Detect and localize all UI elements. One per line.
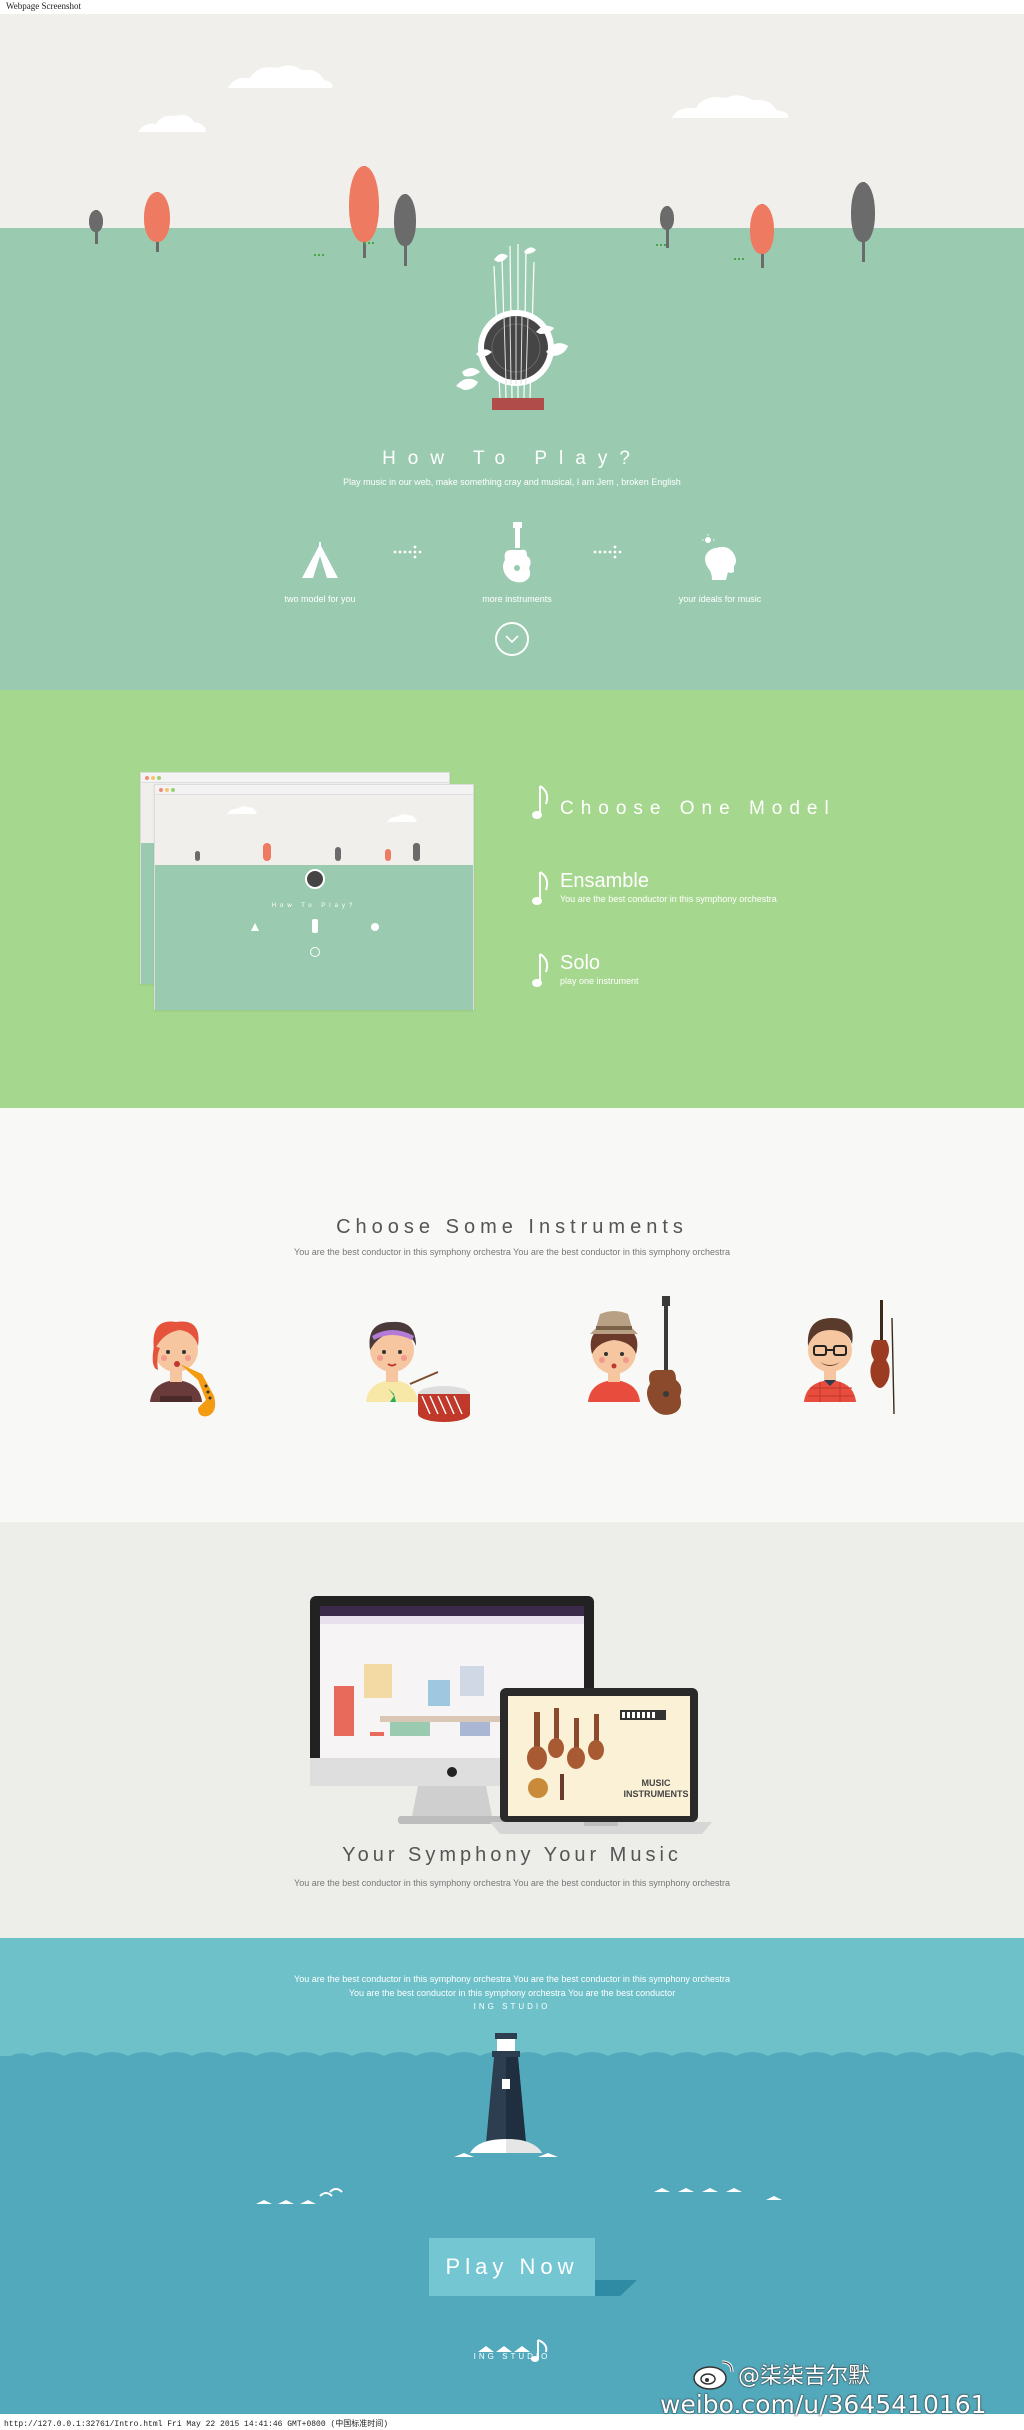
saxophone-player-illustration [150, 1321, 216, 1417]
tree-icon [89, 210, 103, 244]
weibo-logo-icon [693, 2360, 734, 2390]
cloud-icon [138, 114, 206, 132]
violinist-character[interactable] [796, 1288, 916, 1428]
window-bar [141, 773, 449, 783]
footer-studio: ING STUDIO [473, 2002, 551, 2011]
drummer-character[interactable] [358, 1288, 478, 1428]
step-label: your ideals for music [678, 594, 762, 604]
footer-logo-waves [478, 2339, 548, 2362]
watermark-id: @柒柒吉尔默 [738, 2364, 871, 2389]
instruments-heading: Choose Some Instruments [336, 1216, 688, 1238]
model-section: How To Play? Choose One Model Ensamble Y… [0, 690, 1024, 1108]
instruments-subtitle: You are the best conductor in this symph… [294, 1247, 730, 1257]
grass-tuft [314, 254, 324, 257]
tree-icon [851, 182, 875, 262]
footer-section: You are the best conductor in this symph… [0, 1938, 1024, 2414]
preview-title: How To Play? [271, 903, 357, 909]
watermark-url: weibo.com/u/3645410161 [660, 2390, 987, 2419]
model-option-subtitle: You are the best conductor in this symph… [560, 894, 777, 904]
model-option-ensamble[interactable]: Ensamble You are the best conductor in t… [532, 870, 852, 914]
lighthouse-illustration [454, 2033, 558, 2157]
grass-tuft [656, 244, 666, 247]
showcase-subtitle: You are the best conductor in this symph… [294, 1878, 730, 1888]
guitarist-character[interactable] [580, 1288, 700, 1428]
saxophone-player-character[interactable] [136, 1288, 256, 1428]
page-url-caption: http://127.0.0.1:32761/Intro.html Fri Ma… [4, 2420, 389, 2429]
scroll-down-button[interactable] [495, 622, 529, 656]
cloud-icon [227, 806, 257, 814]
footer-line-1: You are the best conductor in this symph… [294, 1974, 730, 1984]
guitarist-illustration [588, 1296, 682, 1415]
music-note-icon [532, 871, 549, 905]
model-option-solo[interactable]: Solo play one instrument [532, 952, 852, 996]
guitar-icon [503, 522, 531, 583]
chevron-down-icon [505, 635, 519, 644]
model-heading-row: Choose One Model [532, 784, 852, 824]
small-waves-right [654, 2188, 782, 2200]
hero-title: How To Play? [382, 448, 642, 469]
cloud-icon [672, 95, 789, 118]
dotted-arrow-icon [593, 545, 622, 559]
footer-line-2: You are the best conductor in this symph… [348, 1988, 676, 1998]
small-waves-left [256, 2188, 343, 2204]
model-option-subtitle: play one instrument [560, 976, 639, 986]
window-bar [155, 785, 473, 795]
cloud-icon [228, 65, 333, 88]
showcase-heading: Your Symphony Your Music [342, 1844, 682, 1866]
music-note-icon [532, 953, 549, 987]
preview-window-front[interactable]: How To Play? [154, 784, 474, 1010]
tent-icon [302, 542, 338, 578]
tree-icon [144, 192, 170, 252]
laptop-screen-title-line2: INSTRUMENTS [623, 1789, 689, 1799]
model-option-title: Solo [560, 952, 601, 974]
guitar-birds-illustration [456, 244, 568, 410]
page: Webpage Screenshot How To Play? Play mus… [0, 0, 1024, 2430]
laptop-illustration [490, 1688, 712, 1834]
instruments-section: Choose Some Instruments You are the best… [0, 1108, 1024, 1522]
play-now-button[interactable]: Play Now [429, 2238, 595, 2296]
hero-subtitle: Play music in our web, make something cr… [343, 477, 681, 487]
hero-section: How To Play? Play music in our web, make… [0, 14, 1024, 690]
step-label: more instruments [482, 594, 552, 604]
tree-icon [660, 206, 674, 248]
laptop-screen-title-line1: MUSIC [641, 1778, 671, 1788]
tree-icon [750, 204, 774, 268]
music-note-icon [532, 785, 549, 819]
model-heading: Choose One Model [560, 798, 836, 819]
dotted-arrow-icon [393, 545, 422, 559]
head-idea-icon [702, 534, 736, 580]
browser-caption: Webpage Screenshot [6, 1, 81, 11]
step-label: two model for you [284, 594, 356, 604]
showcase-section: MUSIC INSTRUMENTS Your Symphony Your Mus… [0, 1522, 1024, 1938]
weibo-watermark: @柒柒吉尔默 weibo.com/u/3645410161 [660, 2358, 1020, 2419]
model-option-title: Ensamble [560, 870, 649, 892]
grass-tuft [364, 242, 374, 245]
cloud-icon [387, 814, 417, 822]
violinist-illustration [804, 1300, 895, 1415]
drummer-illustration [366, 1321, 470, 1422]
tree-icon [394, 194, 416, 266]
grass-tuft [734, 258, 744, 261]
